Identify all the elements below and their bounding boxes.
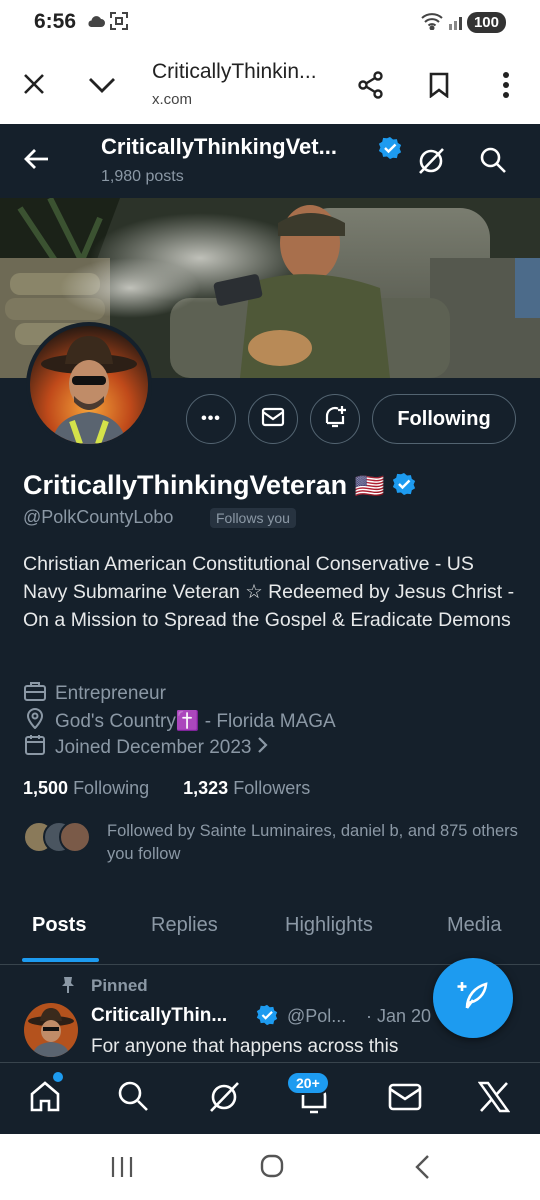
followed-by-text[interactable]: Followed by Sainte Luminaires, daniel b,… xyxy=(107,820,527,866)
tab-highlights[interactable]: Highlights xyxy=(285,914,373,937)
search-icon[interactable] xyxy=(116,1079,150,1118)
grok-icon[interactable] xyxy=(416,146,446,181)
share-icon[interactable] xyxy=(356,70,386,105)
grok-icon[interactable] xyxy=(206,1079,242,1120)
profile-header: CriticallyThinkingVet... 1,980 posts xyxy=(0,124,540,198)
tab-posts[interactable]: Posts xyxy=(32,914,86,937)
joined-text: Joined December 2023 xyxy=(55,737,252,758)
battery-indicator: 100 xyxy=(466,12,506,33)
system-navigation-bar xyxy=(0,1134,540,1200)
screenshot-icon xyxy=(110,12,128,35)
more-vertical-icon[interactable] xyxy=(502,72,510,103)
more-options-button[interactable]: ••• xyxy=(186,394,236,444)
back-arrow-icon[interactable] xyxy=(24,148,50,175)
post-author-name[interactable]: CriticallyThin... xyxy=(91,1005,227,1027)
us-flag-emoji: 🇺🇸 xyxy=(354,473,385,500)
profile-location: God's Country✝️ - Florida MAGA xyxy=(23,707,336,735)
bookmark-icon[interactable] xyxy=(428,72,450,103)
following-button[interactable]: Following xyxy=(372,394,516,444)
tab-replies[interactable]: Replies xyxy=(151,914,218,937)
envelope-icon xyxy=(261,407,285,432)
back-chevron-icon[interactable] xyxy=(414,1154,432,1185)
chevron-right-icon xyxy=(257,736,277,760)
follows-you-badge: Follows you xyxy=(210,508,296,528)
browser-url: x.com xyxy=(152,91,193,108)
following-count-link[interactable]: 1,500 Following xyxy=(23,778,149,798)
verified-badge-icon xyxy=(256,1004,278,1031)
location-pin-icon xyxy=(23,707,55,735)
chevron-down-icon[interactable] xyxy=(88,76,116,99)
profile-avatar[interactable] xyxy=(26,322,152,448)
post-author-avatar[interactable] xyxy=(24,1003,78,1057)
profile-profession: Entrepreneur xyxy=(23,680,166,708)
status-bar: 6:56 100 xyxy=(0,0,540,44)
profile-tabs: Posts Replies Highlights Media xyxy=(0,898,540,965)
home-unread-dot xyxy=(53,1072,63,1082)
verified-badge-icon xyxy=(378,136,402,165)
profile-bio: Christian American Constitutional Conser… xyxy=(23,553,515,631)
browser-page-title: CriticallyThinkin... xyxy=(152,60,317,83)
active-tab-indicator xyxy=(22,958,99,962)
search-icon[interactable] xyxy=(479,146,507,179)
recent-apps-icon[interactable] xyxy=(110,1156,134,1183)
header-name: CriticallyThinkingVet... xyxy=(101,134,337,159)
post-text[interactable]: For anyone that happens across this xyxy=(91,1036,398,1058)
profile-display-name-text: CriticallyThinkingVeteran xyxy=(23,470,348,500)
envelope-icon[interactable] xyxy=(388,1083,422,1116)
calendar-icon xyxy=(23,734,55,762)
compose-post-button[interactable] xyxy=(433,958,513,1038)
followers-count-link[interactable]: 1,323 Followers xyxy=(183,778,310,798)
home-icon[interactable] xyxy=(28,1079,62,1118)
bell-plus-icon xyxy=(322,404,348,435)
briefcase-icon xyxy=(23,680,55,708)
more-horizontal-icon: ••• xyxy=(201,410,221,427)
location-text: God's Country✝️ - Florida MAGA xyxy=(55,711,336,732)
signal-icon xyxy=(448,14,466,35)
followed-by-avatars[interactable] xyxy=(23,820,93,854)
notifications-badge: 20+ xyxy=(286,1071,330,1095)
header-post-count: 1,980 posts xyxy=(101,168,184,185)
pin-icon xyxy=(60,976,76,999)
cloud-icon xyxy=(86,13,106,34)
pinned-label: Pinned xyxy=(91,976,148,995)
browser-toolbar: CriticallyThinkin... x.com xyxy=(0,44,540,124)
profile-joined[interactable]: Joined December 2023 xyxy=(23,734,277,762)
tab-media[interactable]: Media xyxy=(447,914,501,937)
x-logo-icon[interactable] xyxy=(477,1081,511,1118)
profile-handle: @PolkCountyLobo xyxy=(23,507,174,527)
compose-feather-icon xyxy=(455,978,491,1019)
bottom-navigation: 20+ xyxy=(0,1062,540,1135)
message-button[interactable] xyxy=(248,394,298,444)
profession-text: Entrepreneur xyxy=(55,683,166,704)
profile-display-name: CriticallyThinkingVeteran 🇺🇸 xyxy=(23,470,416,503)
close-icon[interactable] xyxy=(22,72,46,101)
status-time: 6:56 xyxy=(34,10,77,33)
post-author-handle: @Pol... xyxy=(287,1006,347,1026)
home-circle-icon[interactable] xyxy=(260,1154,284,1183)
follow-counts: 1,500 Following 1,323 Followers xyxy=(23,778,310,799)
notify-button[interactable] xyxy=(310,394,360,444)
post-date: · Jan 20 xyxy=(366,1006,432,1026)
verified-badge-icon xyxy=(392,472,416,502)
wifi-icon xyxy=(420,12,444,35)
